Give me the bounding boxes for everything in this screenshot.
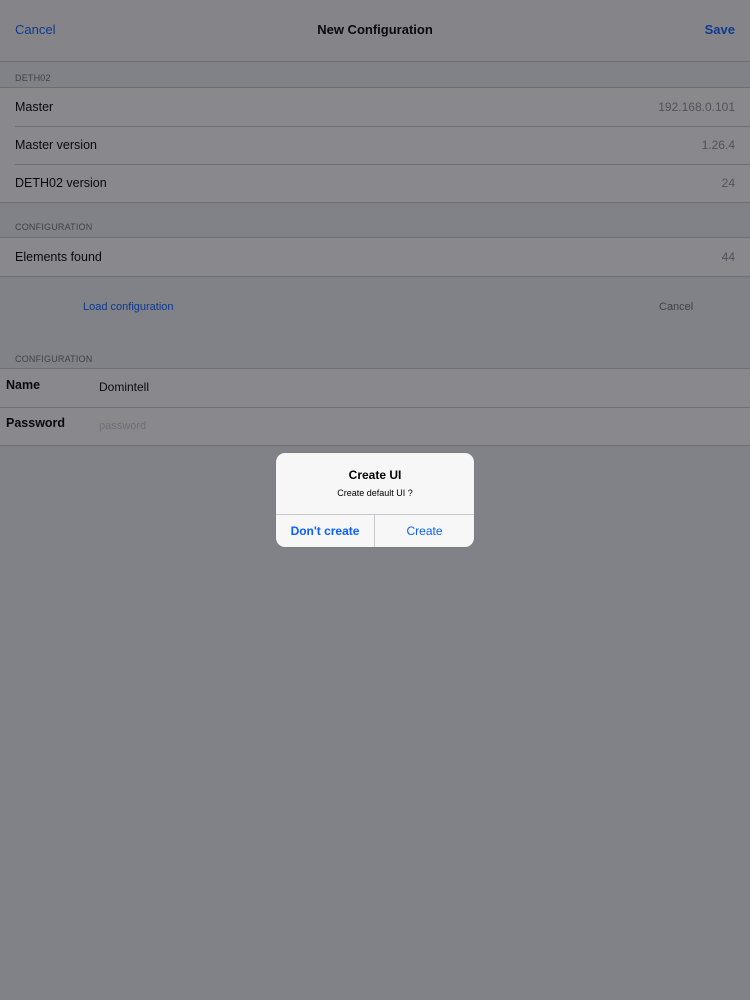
alert-title: Create UI <box>348 468 402 482</box>
configuration-screen: Cancel New Configuration Save DETH02 Mas… <box>0 0 750 1000</box>
dont-create-button[interactable]: Don't create <box>276 515 375 547</box>
create-button[interactable]: Create <box>375 515 474 547</box>
alert-message: Create default UI ? <box>337 488 413 498</box>
create-ui-alert: Create UI Create default UI ? Don't crea… <box>276 453 474 547</box>
alert-actions: Don't create Create <box>276 514 474 547</box>
